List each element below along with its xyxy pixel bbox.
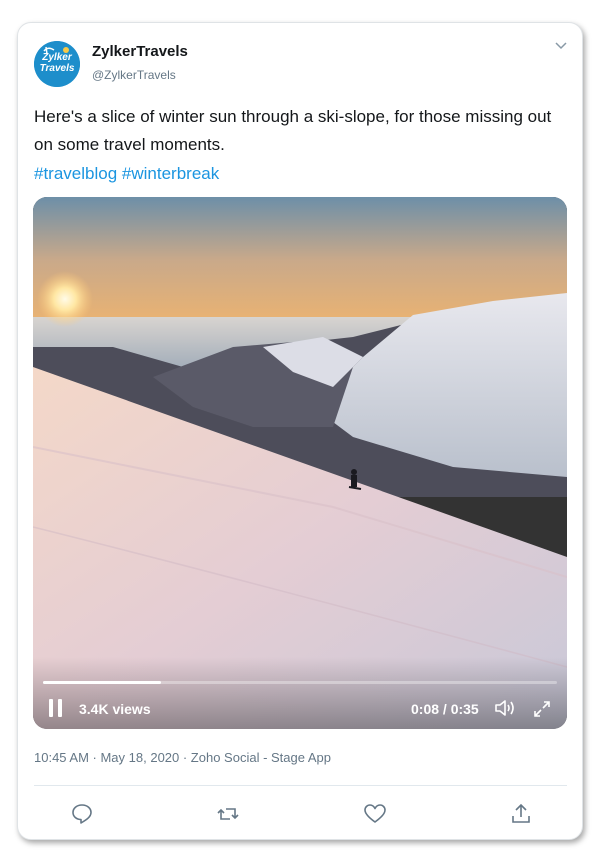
avatar[interactable]: Zylker Travels xyxy=(34,41,80,87)
view-count: 3.4K views xyxy=(79,701,151,717)
pause-button[interactable] xyxy=(47,699,65,719)
hashtag-list: #travelblog #winterbreak xyxy=(34,160,219,188)
like-icon[interactable] xyxy=(363,802,387,826)
video-progress-bar[interactable] xyxy=(43,681,557,684)
retweet-icon[interactable] xyxy=(216,802,240,826)
tweet-timestamp[interactable]: 10:45 AM · May 18, 2020 · Zoho Social - … xyxy=(34,750,331,765)
tweet-card: Zylker Travels ZylkerTravels @ZylkerTrav… xyxy=(17,22,583,840)
display-name[interactable]: ZylkerTravels xyxy=(92,43,188,60)
video-controls-overlay xyxy=(33,657,567,729)
user-handle[interactable]: @ZylkerTravels xyxy=(92,68,176,82)
video-player[interactable]: 3.4K views 0:08 / 0:35 xyxy=(33,197,567,729)
video-timecode: 0:08 / 0:35 xyxy=(411,701,479,717)
reply-icon[interactable] xyxy=(70,802,94,826)
pause-icon xyxy=(49,699,53,717)
fullscreen-icon[interactable] xyxy=(532,699,552,719)
volume-icon[interactable] xyxy=(494,698,516,718)
hashtag-link[interactable]: #travelblog xyxy=(34,164,117,183)
video-frame-ski-slope xyxy=(33,197,567,729)
video-progress-fill xyxy=(43,681,162,684)
share-icon[interactable] xyxy=(509,802,533,826)
divider xyxy=(34,785,567,786)
chevron-down-icon[interactable] xyxy=(553,37,569,53)
avatar-logo-text: Zylker Travels xyxy=(39,52,75,74)
hashtag-link[interactable]: #winterbreak xyxy=(122,164,219,183)
tweet-text: Here's a slice of winter sun through a s… xyxy=(34,107,552,154)
